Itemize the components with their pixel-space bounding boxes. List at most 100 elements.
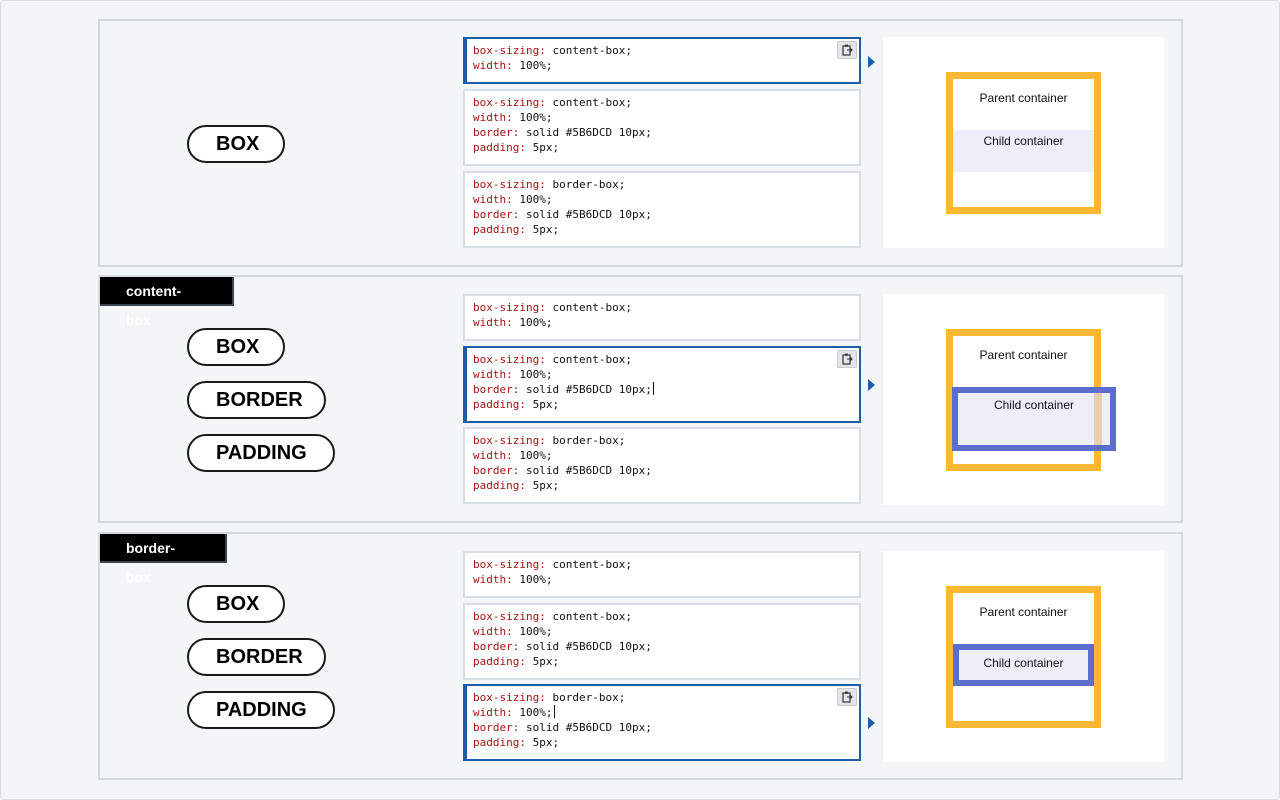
text-caret xyxy=(652,382,654,395)
app-window: BOX box-sizing: content-box; width: 100%… xyxy=(0,0,1280,800)
code-line: border: solid #5B6DCD 10px; xyxy=(473,207,859,222)
code-value: 5px; xyxy=(525,398,560,411)
code-line: width: 100%; xyxy=(473,315,859,330)
code-prop: box-sizing: xyxy=(473,44,546,57)
pill-border[interactable]: BORDER xyxy=(187,381,326,419)
code-value: 100%; xyxy=(512,193,553,206)
code-prop: width: xyxy=(473,449,513,462)
code-prop: width: xyxy=(473,111,513,124)
code-block-content-box-plain[interactable]: box-sizing: content-box; width: 100%; xyxy=(463,551,861,598)
code-line: width: 100%; xyxy=(473,192,859,207)
code-prop: box-sizing: xyxy=(473,610,546,623)
code-block-border-box[interactable]: box-sizing: border-box; width: 100%; bor… xyxy=(463,427,861,504)
code-line: box-sizing: content-box; xyxy=(473,609,859,624)
pill-border-label: BORDER xyxy=(216,646,303,668)
code-value: 100%; xyxy=(512,625,553,638)
code-line: border: solid #5B6DCD 10px; xyxy=(473,720,859,735)
pill-box-label: BOX xyxy=(216,336,260,358)
code-prop: box-sizing: xyxy=(473,434,546,447)
code-value: content-box; xyxy=(545,301,632,314)
code-prop: box-sizing: xyxy=(473,691,546,704)
code-prop: width: xyxy=(473,573,513,586)
clipboard-copy-icon xyxy=(841,44,853,56)
code-line: box-sizing: content-box; xyxy=(473,95,859,110)
code-value: 5px; xyxy=(525,655,560,668)
code-value: 5px; xyxy=(525,479,560,492)
code-prop: width: xyxy=(473,193,513,206)
code-line: width: 100%; xyxy=(473,572,859,587)
code-line: width: 100%; xyxy=(473,58,859,73)
parent-container-label: Parent container xyxy=(979,91,1068,105)
section-tag-content-box: content-box xyxy=(100,277,234,328)
code-block-border-box[interactable]: box-sizing: border-box; width: 100%; bor… xyxy=(463,684,861,761)
code-line: border: solid #5B6DCD 10px; xyxy=(473,382,859,397)
clipboard-copy-icon xyxy=(841,353,853,365)
code-value: solid #5B6DCD 10px; xyxy=(519,721,652,734)
preview-panel: Parent container Child container xyxy=(883,294,1164,505)
code-prop: box-sizing: xyxy=(473,558,546,571)
child-container: Child container xyxy=(953,130,1094,172)
code-line: box-sizing: content-box; xyxy=(473,43,859,58)
play-arrow-icon xyxy=(868,379,875,391)
copy-button[interactable] xyxy=(837,41,857,59)
code-value: content-box; xyxy=(545,558,632,571)
code-line: box-sizing: border-box; xyxy=(473,177,859,192)
code-block-content-box-border[interactable]: box-sizing: content-box; width: 100%; bo… xyxy=(463,89,861,166)
code-line: border: solid #5B6DCD 10px; xyxy=(473,125,859,140)
code-line: width: 100%; xyxy=(473,367,859,382)
parent-container-label: Parent container xyxy=(979,348,1068,362)
pill-padding[interactable]: PADDING xyxy=(187,691,335,729)
pill-border[interactable]: BORDER xyxy=(187,638,326,676)
parent-container-label: Parent container xyxy=(979,605,1068,619)
code-line: width: 100%; xyxy=(473,624,859,639)
code-block-content-box-plain[interactable]: box-sizing: content-box; width: 100%; xyxy=(463,294,861,341)
code-value: 5px; xyxy=(525,141,560,154)
code-value: 100%; xyxy=(512,706,553,719)
code-line: box-sizing: content-box; xyxy=(473,557,859,572)
code-prop: width: xyxy=(473,316,513,329)
code-prop: width: xyxy=(473,625,513,638)
code-prop: width: xyxy=(473,368,513,381)
code-line: box-sizing: content-box; xyxy=(473,352,859,367)
code-prop: border: xyxy=(473,464,520,477)
code-prop: width: xyxy=(473,59,513,72)
pill-box[interactable]: BOX xyxy=(187,585,285,623)
code-prop: width: xyxy=(473,706,513,719)
pill-box[interactable]: BOX xyxy=(187,328,285,366)
code-value: 5px; xyxy=(525,223,560,236)
code-value: border-box; xyxy=(545,434,626,447)
code-value: 5px; xyxy=(525,736,560,749)
child-container-label: Child container xyxy=(983,134,1064,148)
code-prop: padding: xyxy=(473,736,526,749)
code-block-content-box-plain[interactable]: box-sizing: content-box; width: 100%; xyxy=(463,37,861,84)
code-prop: border: xyxy=(473,721,520,734)
code-value: border-box; xyxy=(545,691,626,704)
section-intro: BOX box-sizing: content-box; width: 100%… xyxy=(98,19,1183,267)
code-prop: padding: xyxy=(473,141,526,154)
code-prop: box-sizing: xyxy=(473,353,546,366)
code-block-content-box-border[interactable]: box-sizing: content-box; width: 100%; bo… xyxy=(463,603,861,680)
section-tag-border-box: border-box xyxy=(100,534,227,585)
child-container-label: Child container xyxy=(983,656,1064,670)
play-arrow-icon xyxy=(868,717,875,729)
code-line: border: solid #5B6DCD 10px; xyxy=(473,639,859,654)
code-block-border-box[interactable]: box-sizing: border-box; width: 100%; bor… xyxy=(463,171,861,248)
play-arrow-icon xyxy=(868,56,875,68)
code-block-content-box-border[interactable]: box-sizing: content-box; width: 100%; bo… xyxy=(463,346,861,423)
pill-padding[interactable]: PADDING xyxy=(187,434,335,472)
pill-border-label: BORDER xyxy=(216,389,303,411)
code-prop: padding: xyxy=(473,398,526,411)
code-value: 100%; xyxy=(512,316,553,329)
copy-button[interactable] xyxy=(837,688,857,706)
code-prop: border: xyxy=(473,126,520,139)
code-prop: box-sizing: xyxy=(473,178,546,191)
child-container-label: Child container xyxy=(993,398,1075,412)
code-line: padding: 5px; xyxy=(473,478,859,493)
code-line: padding: 5px; xyxy=(473,140,859,155)
code-value: solid #5B6DCD 10px; xyxy=(519,464,652,477)
code-line: width: 100%; xyxy=(473,705,859,720)
pill-box[interactable]: BOX xyxy=(187,125,285,163)
code-prop: border: xyxy=(473,208,520,221)
code-value: 100%; xyxy=(512,59,553,72)
copy-button[interactable] xyxy=(837,350,857,368)
